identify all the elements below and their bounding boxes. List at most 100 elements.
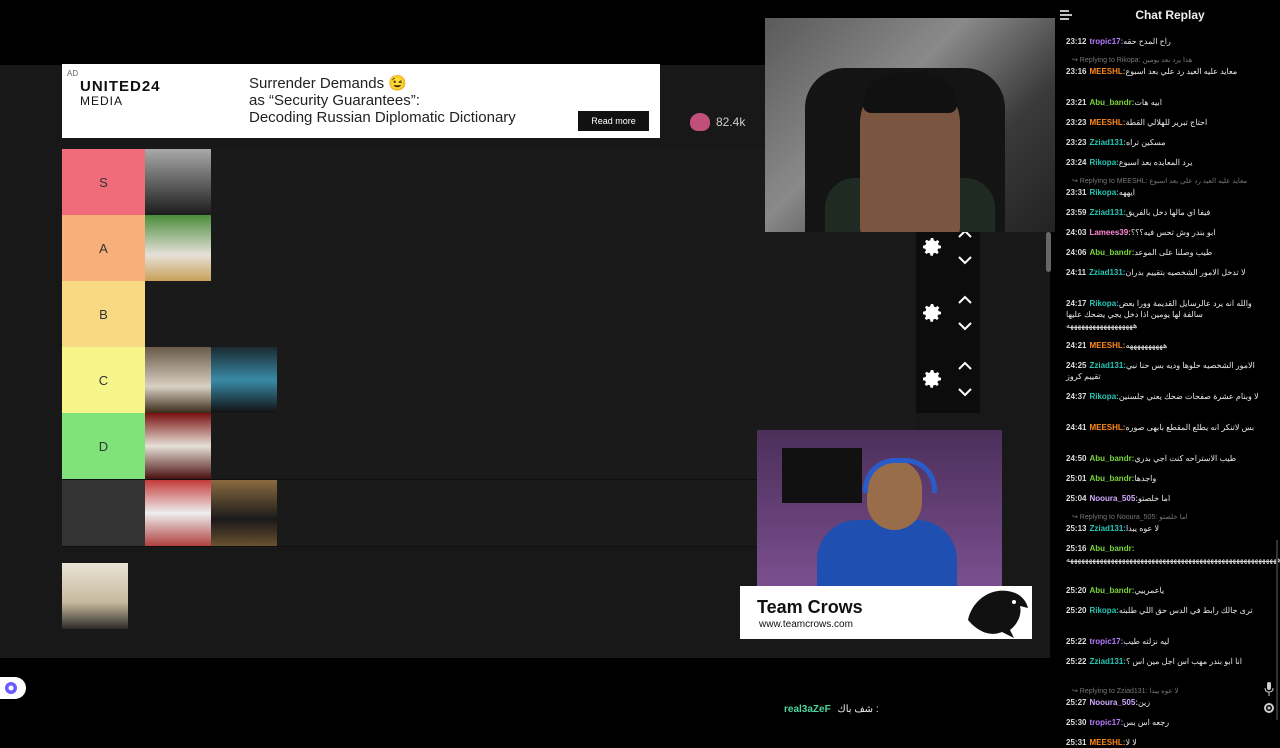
chat-username[interactable]: Abu_bandr: [1089, 248, 1134, 257]
tier-item-thumb[interactable] [145, 413, 211, 479]
chat-username[interactable]: Abu_bandr: [1089, 454, 1134, 463]
chat-message: 25:27 Nooura_505: زين [1066, 697, 1272, 708]
chat-username[interactable]: Zziad131: [1089, 208, 1125, 217]
chat-username[interactable]: MEESHL: [1089, 738, 1125, 747]
chat-username[interactable]: Rikopa: [1089, 606, 1118, 615]
chat-username[interactable]: Zziad131: [1089, 138, 1125, 147]
chat-username[interactable]: tropic17: [1089, 718, 1123, 727]
chat-username[interactable]: Zziad131: [1089, 657, 1125, 666]
chat-username[interactable]: Zziad131: [1089, 268, 1125, 277]
chat-username[interactable]: Abu_bandr: [1089, 586, 1134, 595]
tier-item-thumb[interactable] [145, 480, 211, 546]
chat-username[interactable]: Lamees39: [1089, 228, 1130, 237]
tier-label[interactable]: C [62, 347, 145, 413]
chat-message: 25:04 Nooura_505: اما خلصتو [1066, 493, 1272, 504]
chat-title: Chat Replay [1135, 8, 1205, 22]
tier-label[interactable]: S [62, 149, 145, 215]
gear-icon[interactable] [920, 301, 944, 325]
ad-banner[interactable]: AD UNITED24 MEDIA Surrender Demands 😉 as… [62, 64, 660, 138]
chat-username[interactable]: Abu_bandr: [1089, 474, 1134, 483]
chat-message: 24:06 Abu_bandr: طيب وصلنا على الموعد [1066, 247, 1272, 258]
streamer-webcam-main [765, 18, 1055, 232]
overlay-chat-user: real3aZeF [784, 704, 831, 715]
team-crows-banner: Team Crows www.teamcrows.com [740, 586, 1032, 639]
ad-tag: AD [67, 69, 79, 78]
chat-message: 24:17 Rikopa: والله انه يرد عالرسايل القد… [1066, 298, 1272, 331]
gear-icon[interactable] [920, 367, 944, 391]
chat-username[interactable]: Nooura_505: [1089, 494, 1137, 503]
chat-scrollbar[interactable] [1276, 540, 1278, 720]
chat-timestamp: 25:01 [1066, 474, 1087, 483]
tier-item-thumb[interactable] [211, 347, 277, 413]
stream-stage: AD UNITED24 MEDIA Surrender Demands 😉 as… [0, 0, 1060, 720]
chat-timestamp: 23:12 [1066, 37, 1087, 46]
chevron-down-icon[interactable] [958, 387, 972, 397]
chat-username[interactable]: Abu_bandr: [1089, 98, 1134, 107]
guest-webcam [757, 430, 1002, 588]
chat-username[interactable]: Zziad131: [1089, 524, 1125, 533]
team-url: www.teamcrows.com [759, 619, 853, 630]
tier-item-thumb[interactable] [145, 215, 211, 281]
brain-icon[interactable] [0, 677, 26, 699]
ad-read-more-button[interactable]: Read more [578, 111, 649, 131]
chat-message: 25:20 Rikopa: ترى جالك رابط في الدس حق ال… [1066, 605, 1272, 616]
chat-timestamp: 25:13 [1066, 524, 1087, 533]
chevron-down-icon[interactable] [958, 321, 972, 331]
chat-timestamp: 25:27 [1066, 698, 1087, 707]
chat-timestamp: 23:23 [1066, 118, 1087, 127]
chat-timestamp: 25:20 [1066, 586, 1087, 595]
chat-message: 23:24 Rikopa: يرد المعايده بعد اسبوع [1066, 157, 1272, 168]
unranked-thumb[interactable] [62, 563, 128, 629]
tier-label[interactable] [62, 480, 145, 546]
chat-text: رجعه اس بس [1123, 718, 1172, 727]
chat-username[interactable]: Rikopa: [1089, 188, 1118, 197]
gear-icon[interactable] [920, 235, 944, 259]
tier-label[interactable]: B [62, 281, 145, 347]
chat-text: لا عوه يبدا [1125, 524, 1162, 533]
ad-headline-line1: Surrender Demands 😉 [249, 75, 407, 92]
chat-username[interactable]: Rikopa: [1089, 299, 1118, 308]
poop-icon [690, 113, 710, 131]
chat-text: مسكين تراه [1125, 138, 1168, 147]
chat-username[interactable]: tropic17: [1089, 637, 1123, 646]
tier-item-thumb[interactable] [145, 149, 211, 215]
settings-gear-icon[interactable] [1263, 702, 1275, 714]
chat-message: 23:59 Zziad131: فيفا اي مالها دخل بالفريق [1066, 207, 1272, 218]
chat-message: 24:21 MEESHL: ههههههههههه [1066, 340, 1272, 351]
chat-timestamp: 25:22 [1066, 657, 1087, 666]
chat-username[interactable]: Nooura_505: [1089, 698, 1137, 707]
ad-brand-line2: MEDIA [80, 94, 124, 108]
chat-username[interactable]: MEESHL: [1089, 67, 1125, 76]
chat-message: 24:37 Rikopa: لا وبنام عشرة صفحات ضحك يعن… [1066, 391, 1272, 402]
chevron-down-icon[interactable] [958, 255, 972, 265]
collapse-menu-icon[interactable] [1060, 10, 1072, 20]
board-scrollbar[interactable] [1046, 232, 1051, 272]
chat-username[interactable]: MEESHL: [1089, 118, 1125, 127]
tier-item-thumb[interactable] [145, 347, 211, 413]
chat-username[interactable]: MEESHL: [1089, 341, 1125, 350]
reply-context: ↪ Replying to MEESHL: معايد عليه العيد ر… [1072, 178, 1248, 185]
chat-text: طيب وصلنا على الموعد [1134, 248, 1215, 257]
chevron-up-icon[interactable] [958, 361, 972, 371]
chat-timestamp: 25:16 [1066, 544, 1087, 553]
chat-timestamp: 24:37 [1066, 392, 1087, 401]
chat-username[interactable]: Rikopa: [1089, 158, 1118, 167]
chat-text: لا وبنام عشرة صفحات ضحك يعني جلسنين [1118, 392, 1261, 401]
chat-username[interactable]: MEESHL: [1089, 423, 1125, 432]
tier-label[interactable]: D [62, 413, 145, 479]
chat-username[interactable]: Rikopa: [1089, 392, 1118, 401]
chat-text: راح المدح حقه [1123, 37, 1174, 46]
chat-username[interactable]: Abu_bandr: [1089, 544, 1134, 553]
chat-timestamp: 24:21 [1066, 341, 1087, 350]
microphone-icon[interactable] [1264, 682, 1274, 696]
chat-text: بس لاتنكر انه يطلع المقطع بابهى صوره [1125, 423, 1257, 432]
chat-username[interactable]: Zziad131: [1089, 361, 1125, 370]
chat-text: ياعمرييي [1134, 586, 1167, 595]
chat-username[interactable]: tropic17: [1089, 37, 1123, 46]
chevron-up-icon[interactable] [958, 295, 972, 305]
chat-text: احتاج تبرير للهلالي القطة [1125, 118, 1210, 127]
chat-text: اما خلصتو [1137, 494, 1173, 503]
chat-text: هههههههههههههههههههههههههههههههههههههههه… [1066, 555, 1280, 564]
tier-item-thumb[interactable] [211, 480, 277, 546]
tier-label[interactable]: A [62, 215, 145, 281]
